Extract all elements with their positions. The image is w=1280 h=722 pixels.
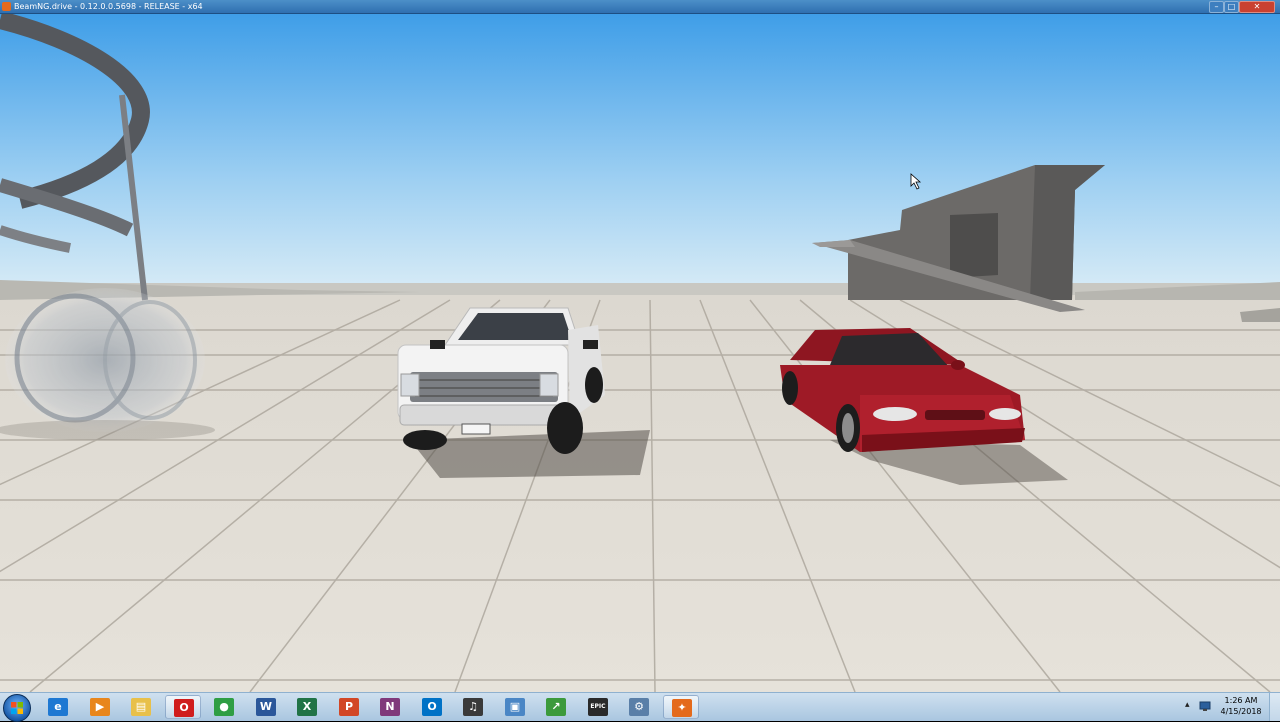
excel-icon: X [297, 698, 317, 716]
taskbar-powerpoint-button[interactable]: P [331, 695, 367, 719]
taskbar-excel-button[interactable]: X [289, 695, 325, 719]
close-button[interactable]: ✕ [1239, 1, 1275, 13]
beamng-drive-icon: ✦ [672, 699, 692, 717]
window-titlebar[interactable]: BeamNG.drive - 0.12.0.0.5698 - RELEASE -… [0, 0, 1280, 14]
taskbar-audio-app-button[interactable]: ♫ [455, 695, 491, 719]
clock-time: 1:26 AM [1224, 696, 1258, 705]
maximize-button[interactable]: □ [1224, 1, 1239, 13]
sky [0, 14, 1280, 294]
onenote-icon: N [380, 698, 400, 716]
network-icon[interactable] [1199, 701, 1211, 712]
file-explorer-icon: ▤ [131, 698, 151, 716]
taskbar-onenote-button[interactable]: N [372, 695, 408, 719]
window-title: BeamNG.drive - 0.12.0.0.5698 - RELEASE -… [14, 2, 203, 11]
windows-taskbar: e ▶ ▤ O ● W X P N O ♫ ▣ ↗ EPIC ⚙ ✦ ▴ 1:26 AM 4/15/2018 [0, 692, 1280, 722]
taskbar-beamng-drive-button[interactable]: ✦ [663, 695, 699, 719]
minimize-button[interactable]: – [1209, 1, 1224, 13]
word-icon: W [256, 698, 276, 716]
system-tray: ▴ 1:26 AM 4/15/2018 [1185, 693, 1280, 721]
outlook-icon: O [422, 698, 442, 716]
media-player-icon: ▶ [90, 698, 110, 716]
windows-flag-icon [11, 702, 23, 714]
taskbar-opera-button[interactable]: O [165, 695, 201, 719]
taskbar-epic-games-launcher-button[interactable]: EPIC [580, 695, 616, 719]
internet-explorer-icon: e [48, 698, 68, 716]
tray-overflow-icon[interactable]: ▴ [1185, 700, 1190, 710]
epic-games-launcher-icon: EPIC [588, 698, 608, 716]
start-button[interactable] [3, 694, 31, 722]
chart-app-icon: ↗ [546, 698, 566, 716]
taskbar-remote-desktop-button[interactable]: ▣ [497, 695, 533, 719]
game-viewport[interactable] [0, 14, 1280, 692]
taskbar-internet-explorer-button[interactable]: e [40, 695, 76, 719]
game-scene [0, 14, 1280, 692]
audio-app-icon: ♫ [463, 698, 483, 716]
beamng-app-icon [2, 2, 11, 11]
show-desktop-button[interactable] [1269, 693, 1280, 721]
taskbar-system-tool-button[interactable]: ⚙ [621, 695, 657, 719]
remote-desktop-icon: ▣ [505, 698, 525, 716]
taskbar-word-button[interactable]: W [248, 695, 284, 719]
powerpoint-icon: P [339, 698, 359, 716]
taskbar-media-player-button[interactable]: ▶ [82, 695, 118, 719]
taskbar-chart-app-button[interactable]: ↗ [538, 695, 574, 719]
taskbar-outlook-button[interactable]: O [414, 695, 450, 719]
chrome-icon: ● [214, 698, 234, 716]
opera-icon: O [174, 699, 194, 717]
clock[interactable]: 1:26 AM 4/15/2018 [1213, 695, 1269, 717]
clock-date: 4/15/2018 [1220, 707, 1262, 716]
taskbar-chrome-button[interactable]: ● [206, 695, 242, 719]
system-tool-icon: ⚙ [629, 698, 649, 716]
taskbar-file-explorer-button[interactable]: ▤ [123, 695, 159, 719]
